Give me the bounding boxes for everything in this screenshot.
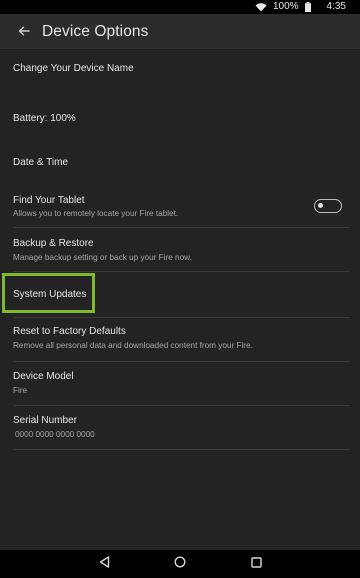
settings-row-system-updates[interactable]: System Updates: [13, 272, 349, 318]
battery-text: 100%: [272, 1, 299, 12]
find-tablet-toggle[interactable]: [314, 199, 342, 213]
settings-row-title: System Updates: [13, 289, 87, 300]
settings-row-backup-restore[interactable]: Backup & Restore Manage backup setting o…: [13, 228, 349, 272]
settings-row-subtitle: Remove all personal data and downloaded …: [13, 341, 253, 350]
clock: 4:35: [326, 1, 346, 12]
settings-row-title: Change Your Device Name: [13, 63, 134, 74]
status-bar: 100% 4:35: [0, 0, 360, 14]
nav-home-button[interactable]: [173, 555, 187, 573]
settings-row-subtitle: Allows you to remotely locate your Fire …: [13, 209, 179, 218]
recents-square-icon: [250, 555, 262, 573]
toggle-knob: [318, 203, 323, 208]
settings-row-reset-factory-defaults[interactable]: Reset to Factory Defaults Remove all per…: [13, 318, 349, 362]
device-options-screen: 100% 4:35 Device Options Change Your Dev…: [0, 0, 360, 578]
settings-row-date-time[interactable]: Date & Time: [13, 138, 349, 186]
wifi-icon: [255, 2, 267, 12]
settings-row-title: Find Your Tablet: [13, 195, 85, 206]
settings-row-title: Battery: 100%: [13, 113, 76, 124]
settings-row-device-model: Device Model Fire: [13, 362, 349, 406]
system-nav-bar: [0, 550, 360, 578]
status-bar-right: 100% 4:35: [255, 0, 346, 14]
home-circle-icon: [174, 555, 186, 573]
app-bar: Device Options: [0, 14, 360, 50]
settings-row-title: Device Model: [13, 371, 74, 382]
settings-row-serial-number: Serial Number 0000 0000 0000 0000: [13, 406, 349, 450]
settings-row-title: Serial Number: [13, 415, 77, 426]
battery-icon: [304, 2, 311, 12]
settings-row-subtitle: Fire: [13, 386, 28, 395]
settings-row-subtitle: Manage backup setting or back up your Fi…: [13, 253, 192, 262]
settings-row-battery: Battery: 100%: [13, 94, 349, 138]
settings-row-title: Backup & Restore: [13, 238, 94, 249]
settings-row-find-your-tablet[interactable]: Find Your Tablet Allows you to remotely …: [13, 186, 349, 228]
back-triangle-icon: [99, 555, 110, 573]
settings-row-subtitle: 0000 0000 0000 0000: [15, 430, 95, 439]
settings-row-title: Reset to Factory Defaults: [13, 326, 126, 337]
nav-recents-button[interactable]: [249, 557, 263, 571]
back-arrow-icon: [18, 23, 30, 41]
nav-back-button[interactable]: [97, 555, 111, 573]
settings-row-change-device-name[interactable]: Change Your Device Name: [13, 50, 349, 94]
page-title: Device Options: [42, 22, 149, 40]
settings-row-title: Date & Time: [13, 157, 69, 168]
back-button[interactable]: [14, 22, 34, 42]
